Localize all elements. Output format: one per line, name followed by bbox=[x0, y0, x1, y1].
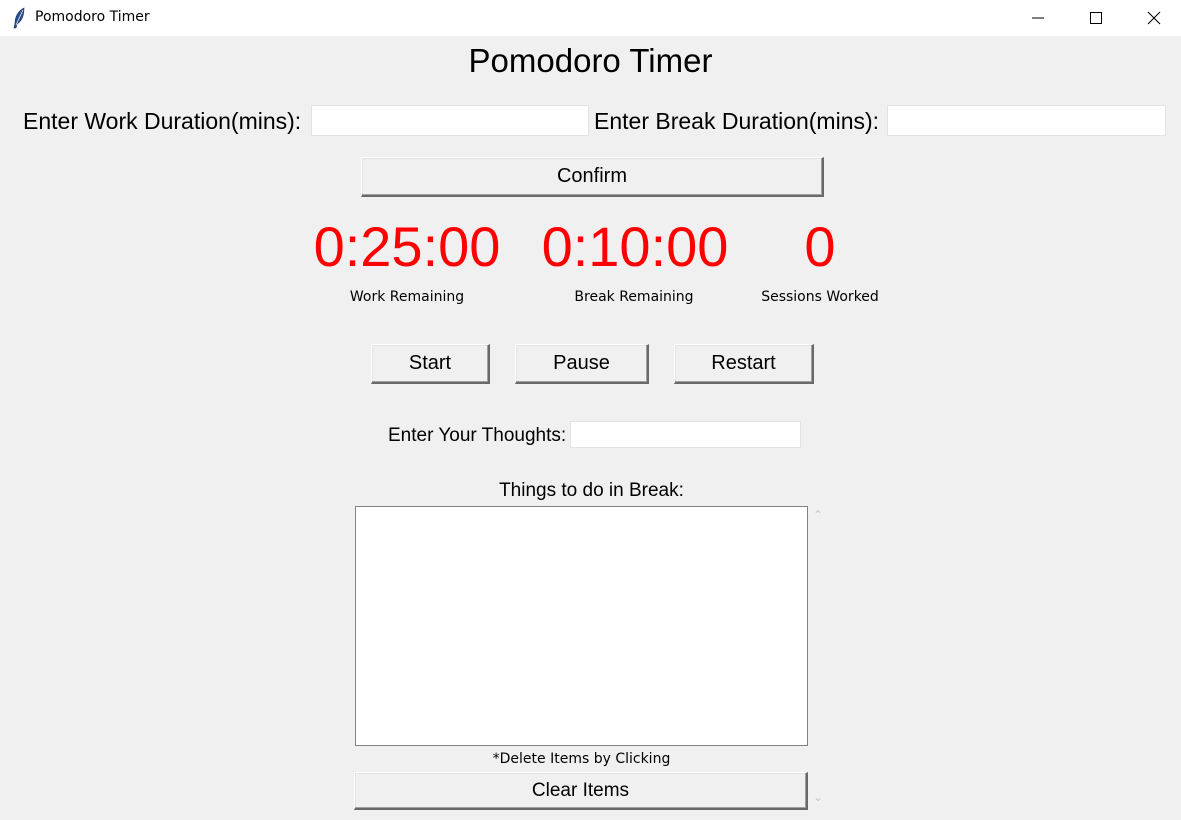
confirm-button[interactable]: Confirm bbox=[361, 157, 824, 197]
scroll-up-icon[interactable]: ⌃ bbox=[813, 508, 823, 522]
sessions-worked-count: 0 bbox=[804, 215, 836, 278]
work-remaining-timer: 0:25:00 bbox=[313, 215, 501, 278]
work-duration-label: Enter Work Duration(mins): bbox=[23, 108, 302, 134]
pause-button[interactable]: Pause bbox=[515, 344, 649, 384]
start-button[interactable]: Start bbox=[371, 344, 490, 384]
maximize-button[interactable] bbox=[1067, 0, 1125, 36]
delete-hint: *Delete Items by Clicking bbox=[492, 751, 671, 767]
restart-button[interactable]: Restart bbox=[674, 344, 814, 384]
thoughts-label: Enter Your Thoughts: bbox=[388, 425, 567, 446]
sessions-worked-caption: Sessions Worked bbox=[761, 289, 879, 305]
break-items-listbox[interactable] bbox=[355, 506, 808, 746]
window-title: Pomodoro Timer bbox=[35, 9, 150, 25]
work-duration-input[interactable] bbox=[311, 105, 589, 136]
clear-items-button[interactable]: Clear Items bbox=[354, 772, 808, 810]
page-title: Pomodoro Timer bbox=[468, 42, 713, 79]
break-duration-label: Enter Break Duration(mins): bbox=[594, 108, 880, 134]
break-list-label: Things to do in Break: bbox=[499, 480, 684, 501]
close-button[interactable] bbox=[1125, 0, 1181, 36]
title-bar: Pomodoro Timer bbox=[0, 0, 1181, 36]
work-remaining-caption: Work Remaining bbox=[349, 289, 465, 305]
break-remaining-timer: 0:10:00 bbox=[541, 215, 729, 278]
close-icon bbox=[1147, 11, 1161, 25]
feather-icon bbox=[13, 7, 25, 29]
break-remaining-caption: Break Remaining bbox=[574, 289, 694, 305]
maximize-icon bbox=[1090, 12, 1102, 24]
minimize-button[interactable] bbox=[1009, 0, 1067, 36]
minimize-icon bbox=[1032, 17, 1044, 19]
break-duration-input[interactable] bbox=[887, 105, 1166, 136]
scroll-down-icon[interactable]: ⌄ bbox=[813, 790, 823, 804]
thoughts-input[interactable] bbox=[570, 421, 801, 448]
